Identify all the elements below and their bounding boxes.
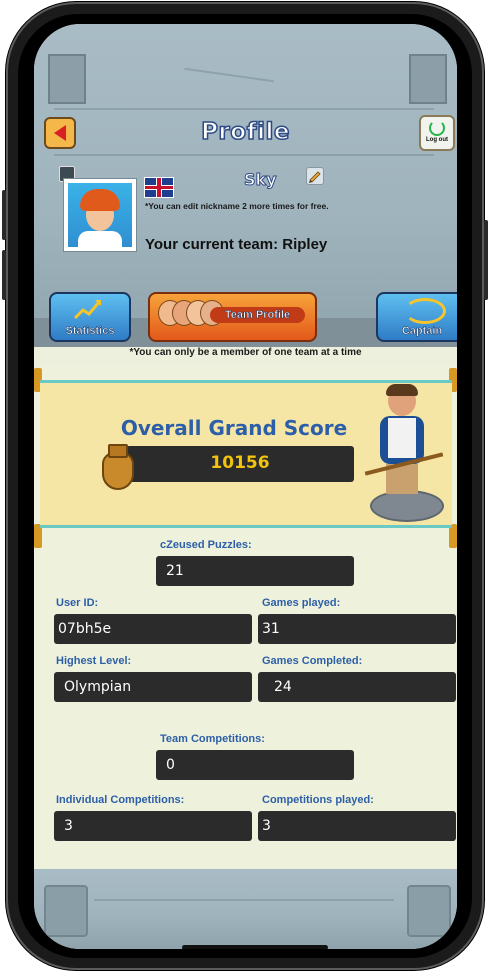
stone-crack bbox=[184, 67, 274, 83]
nickname: Sky bbox=[244, 170, 278, 190]
competitions-played-label: Competitions played: bbox=[262, 794, 374, 806]
team-notice: *You can only be a member of one team at… bbox=[34, 347, 457, 365]
nickname-note: *You can edit nickname 2 more times for … bbox=[145, 201, 329, 211]
games-played-label: Games played: bbox=[262, 597, 341, 609]
volume-button bbox=[2, 250, 6, 300]
stone-slab bbox=[407, 885, 451, 937]
czeused-puzzles-label: cZeused Puzzles: bbox=[160, 539, 252, 551]
user-id-value: 07bh5e bbox=[54, 614, 252, 644]
individual-competitions-label: Individual Competitions: bbox=[56, 794, 185, 806]
tab-captain[interactable]: Captain bbox=[376, 292, 457, 342]
tab-statistics-label: Statistics bbox=[65, 325, 115, 338]
competitions-played-value: 3 bbox=[258, 811, 456, 841]
avatar[interactable] bbox=[63, 178, 137, 252]
tab-statistics[interactable]: Statistics bbox=[49, 292, 131, 342]
power-icon bbox=[429, 120, 445, 136]
team-heads-icon bbox=[158, 300, 224, 332]
logout-label: Log out bbox=[426, 137, 448, 143]
edit-pencil-icon bbox=[309, 171, 321, 183]
grand-score-title: Overall Grand Score bbox=[120, 416, 348, 440]
avatar-image bbox=[68, 183, 132, 247]
avatar-body bbox=[78, 231, 122, 247]
app-screen: Profile Log out Sky *You can edit nickna… bbox=[34, 24, 457, 949]
czeused-puzzles-value: 21 bbox=[156, 556, 354, 586]
page-title: Profile bbox=[200, 118, 290, 146]
stone-slab bbox=[44, 885, 88, 937]
stone-slab bbox=[48, 54, 86, 104]
user-id-label: User ID: bbox=[56, 597, 99, 609]
stone-slab bbox=[409, 54, 447, 104]
stone-crack bbox=[54, 154, 434, 156]
tab-team-profile[interactable]: Team Profile bbox=[148, 292, 317, 342]
current-team: Your current team: Ripley bbox=[145, 236, 328, 253]
individual-competitions-value: 3 bbox=[54, 811, 252, 841]
avatar-hair bbox=[80, 189, 120, 211]
highest-level-label: Highest Level: bbox=[56, 655, 132, 667]
highest-level-value: Olympian bbox=[54, 672, 252, 702]
team-competitions-value: 0 bbox=[156, 750, 354, 780]
captain-helmet-icon bbox=[404, 298, 446, 324]
tab-team-profile-label: Team Profile bbox=[210, 307, 305, 323]
team-competitions-label: Team Competitions: bbox=[160, 733, 265, 745]
tab-captain-label: Captain bbox=[401, 325, 443, 338]
amphora-icon bbox=[96, 444, 136, 492]
power-side-button bbox=[484, 220, 488, 300]
stone-crack bbox=[94, 899, 394, 901]
stone-crack bbox=[54, 108, 434, 110]
games-completed-label: Games Completed: bbox=[262, 655, 363, 667]
home-indicator[interactable] bbox=[182, 945, 328, 949]
uk-flag-icon bbox=[144, 177, 174, 198]
captain-character bbox=[364, 384, 446, 522]
games-played-value: 31 bbox=[258, 614, 456, 644]
stone-footer-background bbox=[34, 869, 457, 949]
logout-button[interactable]: Log out bbox=[419, 115, 455, 151]
games-completed-value: 24 bbox=[258, 672, 456, 702]
grand-score-value: 10156 bbox=[210, 453, 270, 473]
chart-icon bbox=[73, 300, 101, 320]
volume-button bbox=[2, 190, 6, 240]
edit-nickname-button[interactable] bbox=[306, 167, 324, 185]
